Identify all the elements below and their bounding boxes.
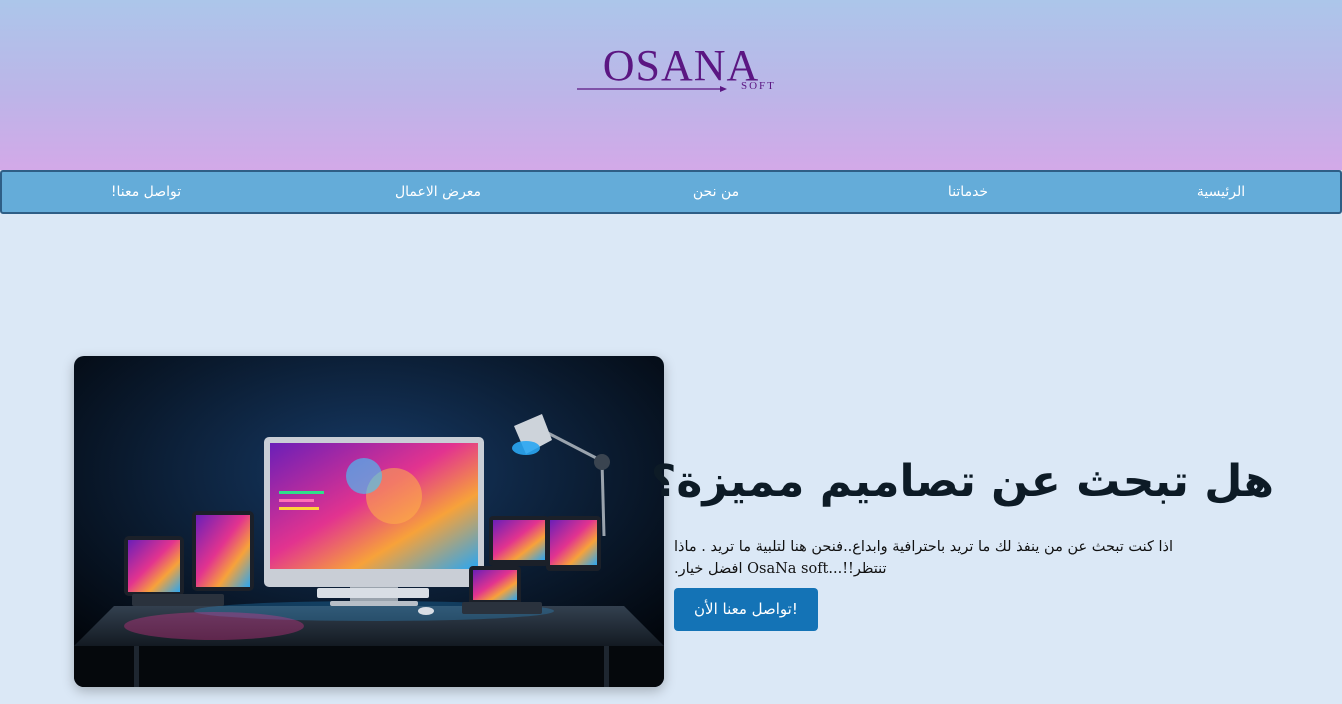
- nav-item-contact[interactable]: تواصل معنا!: [111, 172, 181, 212]
- hero-content: هل تبحث عن تصاميم مميزة؟ اذا كنت تبحث عن…: [650, 440, 1274, 631]
- logo-subtitle: SOFT: [741, 80, 776, 92]
- osana-logo[interactable]: OSANA SOFT: [563, 44, 799, 94]
- contact-now-button[interactable]: تواصل معنا الأن!: [674, 588, 818, 631]
- nav-item-home[interactable]: الرئيسية: [1197, 172, 1245, 212]
- devices-workspace-icon: [74, 356, 664, 687]
- hero-title: هل تبحث عن تصاميم مميزة؟: [650, 456, 1274, 507]
- site-header: OSANA SOFT: [0, 0, 1342, 170]
- nav-item-about[interactable]: من نحن: [693, 172, 739, 212]
- main-navigation: الرئيسية خدماتنا من نحن معرض الاعمال توا…: [0, 170, 1342, 214]
- nav-item-portfolio[interactable]: معرض الاعمال: [395, 172, 481, 212]
- nav-item-services[interactable]: خدماتنا: [948, 172, 988, 212]
- hero-image: [74, 356, 664, 687]
- logo-arrow-icon: [577, 86, 727, 92]
- hero-description: اذا كنت تبحث عن من ينفذ لك ما تريد باحتر…: [674, 539, 1174, 577]
